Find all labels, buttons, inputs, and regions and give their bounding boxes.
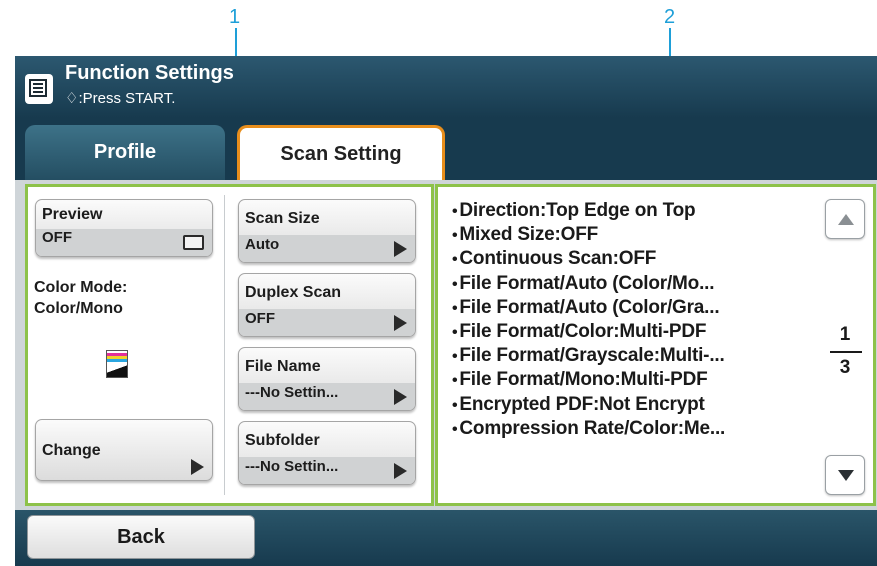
duplex-scan-label: Duplex Scan [245, 284, 342, 301]
change-color-mode-button[interactable]: Change [35, 419, 213, 481]
settings-summary-list: • Direction:Top Edge on Top • Mixed Size:O… [452, 199, 725, 441]
scan-size-label: Scan Size [245, 210, 320, 227]
arrow-right-icon [191, 459, 204, 475]
duplex-scan-value: OFF [245, 310, 275, 327]
scroll-up-button[interactable] [825, 199, 865, 239]
file-name-button[interactable]: File Name ---No Settin... [238, 347, 416, 411]
column-divider [224, 195, 225, 495]
list-item: • File Format/Color:Multi-PDF [452, 320, 707, 342]
scan-size-button[interactable]: Scan Size Auto [238, 199, 416, 263]
arrow-right-icon [394, 389, 407, 405]
tab-scan-setting[interactable]: Scan Setting [237, 125, 445, 180]
start-hint: ♢:Press START. [65, 90, 176, 107]
list-item: • File Format/Mono:Multi-PDF [452, 369, 708, 391]
header-bar: Function Settings ♢:Press START. [15, 56, 877, 118]
callout-2: 2 [664, 6, 676, 28]
preview-value: OFF [42, 229, 72, 246]
preview-button[interactable]: Preview OFF [35, 199, 213, 257]
tab-profile[interactable]: Profile [25, 125, 225, 180]
list-item: • Encrypted PDF:Not Encrypt [452, 393, 705, 415]
list-item: • File Format/Grayscale:Multi-... [452, 345, 725, 367]
list-item: • Continuous Scan:OFF [452, 248, 657, 270]
color-mode-icon [106, 350, 128, 378]
page-divider [830, 351, 862, 353]
subfolder-button[interactable]: Subfolder ---No Settin... [238, 421, 416, 485]
subfolder-label: Subfolder [245, 432, 320, 449]
list-item: • Direction:Top Edge on Top [452, 200, 696, 221]
duplex-scan-button[interactable]: Duplex Scan OFF [238, 273, 416, 337]
callout-1: 1 [229, 6, 241, 28]
footer-bar: Back [15, 510, 877, 566]
tab-bar: Profile Scan Setting [15, 118, 877, 180]
content-area: Preview OFF Color Mode: Color/Mono Chang… [15, 180, 877, 510]
file-name-value: ---No Settin... [245, 384, 339, 401]
list-item: • File Format/Auto (Color/Gra... [452, 296, 720, 318]
back-button[interactable]: Back [27, 515, 255, 559]
page-current: 1 [839, 324, 851, 345]
list-item: • Mixed Size:OFF [452, 224, 599, 246]
scan-size-value: Auto [245, 236, 280, 253]
list-item: • File Format/Auto (Color/Mo... [452, 272, 715, 294]
page-total: 3 [839, 357, 851, 378]
color-mode-value: Color/Mono [34, 300, 123, 317]
file-name-label: File Name [245, 358, 321, 375]
arrow-right-icon [394, 315, 407, 331]
list-item: • Compression Rate/Color:Me... [452, 417, 726, 439]
settings-panel: Preview OFF Color Mode: Color/Mono Chang… [25, 184, 434, 506]
color-mode-label: Color Mode: [34, 279, 128, 296]
scroll-down-button[interactable] [825, 455, 865, 495]
menu-list-icon[interactable] [25, 74, 53, 104]
change-label: Change [42, 442, 101, 459]
page-title: Function Settings [65, 62, 234, 84]
triangle-down-icon [838, 470, 854, 481]
triangle-up-icon [838, 214, 854, 225]
preview-label: Preview [42, 206, 103, 223]
settings-summary-panel: • Direction:Top Edge on Top • Mixed Size:O… [435, 184, 876, 506]
toggle-icon [183, 235, 204, 250]
arrow-right-icon [394, 463, 407, 479]
arrow-right-icon [394, 241, 407, 257]
subfolder-value: ---No Settin... [245, 458, 339, 475]
